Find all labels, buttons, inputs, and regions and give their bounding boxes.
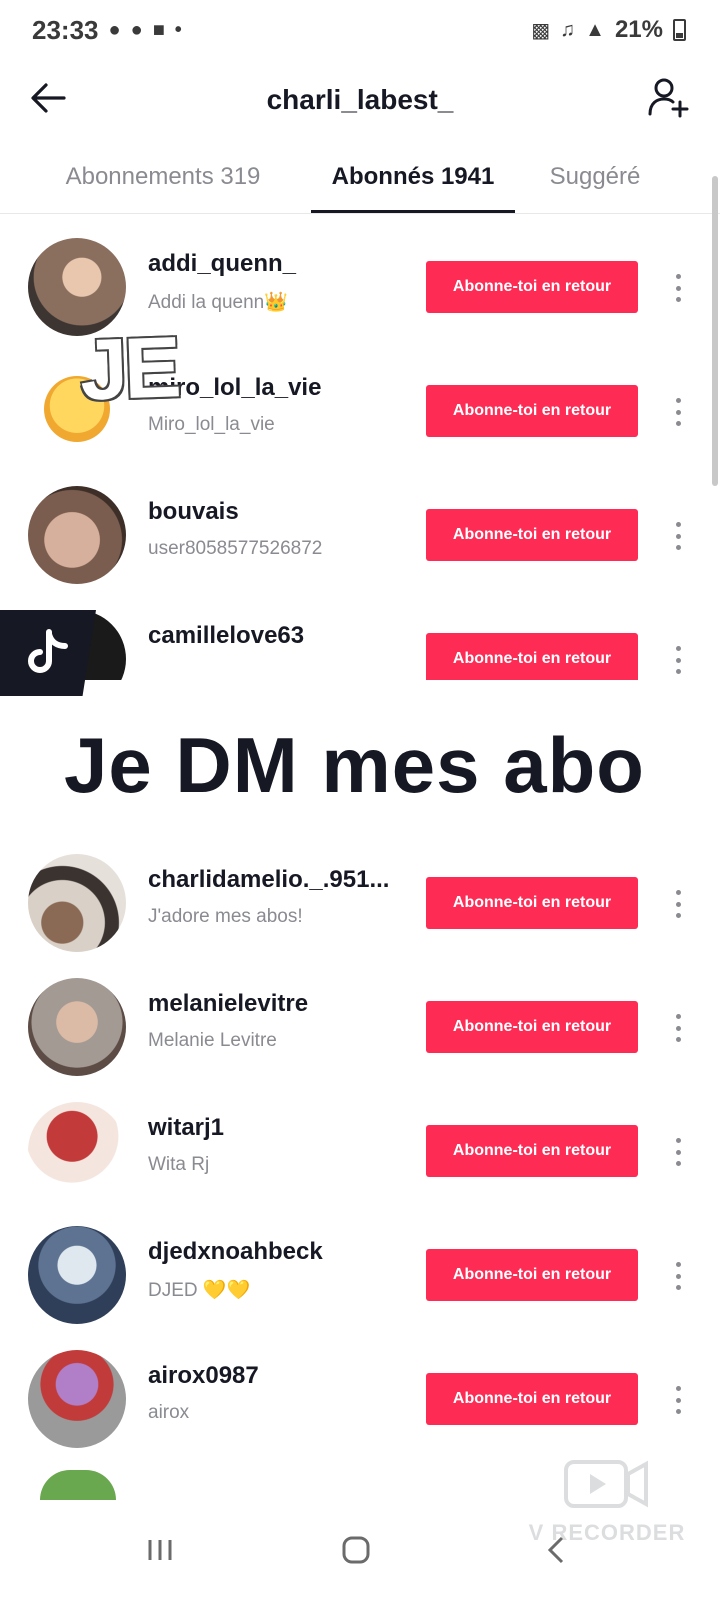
page-title: charli_labest_ — [266, 84, 454, 115]
username[interactable]: melanielevitre — [148, 990, 308, 1018]
avatar[interactable] — [28, 486, 126, 584]
tiktok-logo-icon — [0, 610, 96, 696]
follow-back-button[interactable]: Abonne-toi en retour — [426, 633, 638, 685]
list-item[interactable]: melanielevitre Melanie Levitre Abonne-to… — [0, 968, 700, 1088]
battery-percent: 21% — [614, 16, 663, 43]
status-left: 23:33 ● ● ■ • — [32, 15, 182, 46]
watermark-text: V RECORDER — [528, 1520, 686, 1545]
status-time: 23:33 — [32, 14, 99, 45]
username[interactable]: charlidamelio._.951... — [148, 866, 389, 894]
more-options-icon[interactable] — [668, 1134, 688, 1170]
follow-back-button[interactable]: Abonne-toi en retour — [426, 385, 638, 437]
nickname: user8058577526872 — [148, 538, 323, 559]
follow-back-button[interactable]: Abonne-toi en retour — [426, 261, 638, 313]
back-arrow-icon[interactable] — [28, 78, 68, 118]
nickname: J'adore mes abos! — [148, 906, 303, 927]
list-item[interactable]: bouvais user8058577526872 Abonne-toi en … — [0, 476, 700, 596]
dot-icon: • — [174, 18, 182, 41]
avatar[interactable] — [28, 854, 126, 952]
username[interactable]: djedxnoahbeck — [148, 1238, 323, 1266]
list-item[interactable]: airox0987 airox Abonne-toi en retour — [0, 1340, 700, 1460]
avatar[interactable] — [28, 1350, 126, 1448]
follow-back-button[interactable]: Abonne-toi en retour — [426, 1125, 638, 1177]
tab-bar: Abonnements 319 Abonnés 1941 Suggéré — [0, 140, 720, 214]
follow-back-button[interactable]: Abonne-toi en retour — [426, 509, 638, 561]
je-sticker: JE — [78, 319, 179, 419]
recent-apps-icon[interactable] — [130, 1522, 190, 1578]
tab-followers[interactable]: Abonnés 1941 — [311, 140, 515, 214]
tab-following[interactable]: Abonnements 319 — [40, 140, 286, 214]
list-item[interactable]: djedxnoahbeck DJED 💛💛 Abonne-toi en reto… — [0, 1216, 700, 1336]
follow-back-button[interactable]: Abonne-toi en retour — [426, 1373, 638, 1425]
more-options-icon[interactable] — [668, 1382, 688, 1418]
active-tab-indicator — [311, 210, 515, 213]
battery-icon — [673, 19, 686, 41]
video-caption: Je DM mes abo — [64, 721, 645, 809]
username[interactable]: camillelove63 — [148, 622, 304, 650]
username[interactable]: witarj1 — [148, 1114, 224, 1142]
more-options-icon[interactable] — [668, 518, 688, 554]
nickname: airox — [148, 1402, 190, 1423]
nickname: Melanie Levitre — [148, 1030, 277, 1051]
follow-back-button[interactable]: Abonne-toi en retour — [426, 877, 638, 929]
tab-suggested[interactable]: Suggéré — [530, 140, 660, 214]
avatar[interactable] — [28, 1226, 126, 1324]
lock-icon: ▩ — [531, 19, 551, 42]
more-options-icon[interactable] — [668, 886, 688, 922]
status-right: ▩ ♫ ▲ 21% — [531, 16, 686, 44]
username[interactable]: bouvais — [148, 498, 239, 526]
username[interactable]: airox0987 — [148, 1362, 259, 1390]
more-options-icon[interactable] — [668, 642, 688, 678]
snapchat-icon-2: ● — [130, 18, 143, 41]
header: charli_labest_ — [0, 60, 720, 140]
status-bar: 23:33 ● ● ■ • ▩ ♫ ▲ 21% — [0, 0, 720, 60]
avatar[interactable] — [28, 1102, 126, 1200]
avatar[interactable] — [28, 978, 126, 1076]
more-options-icon[interactable] — [668, 270, 688, 306]
video-icon: ■ — [152, 18, 165, 41]
signal-icon: ▲ — [585, 18, 605, 41]
more-options-icon[interactable] — [668, 1010, 688, 1046]
recorder-watermark: V RECORDER — [522, 1456, 692, 1556]
more-options-icon[interactable] — [668, 1258, 688, 1294]
nickname: Addi la quenn👑 — [148, 292, 288, 313]
nickname: DJED 💛💛 — [148, 1280, 251, 1301]
mute-icon: ♫ — [560, 18, 576, 41]
home-icon[interactable] — [326, 1522, 386, 1578]
follow-back-button[interactable]: Abonne-toi en retour — [426, 1249, 638, 1301]
snapchat-icon: ● — [108, 18, 121, 41]
follow-back-button[interactable]: Abonne-toi en retour — [426, 1001, 638, 1053]
scrollbar[interactable] — [712, 176, 718, 486]
list-item[interactable]: charlidamelio._.951... J'adore mes abos!… — [0, 844, 700, 964]
more-options-icon[interactable] — [668, 394, 688, 430]
avatar-partial — [40, 1470, 116, 1500]
username[interactable]: addi_quenn_ — [148, 250, 296, 278]
list-item[interactable]: witarj1 Wita Rj Abonne-toi en retour — [0, 1092, 700, 1212]
recorder-camera-icon — [564, 1460, 648, 1508]
add-friend-icon[interactable] — [646, 76, 690, 120]
nickname: Wita Rj — [148, 1154, 210, 1175]
